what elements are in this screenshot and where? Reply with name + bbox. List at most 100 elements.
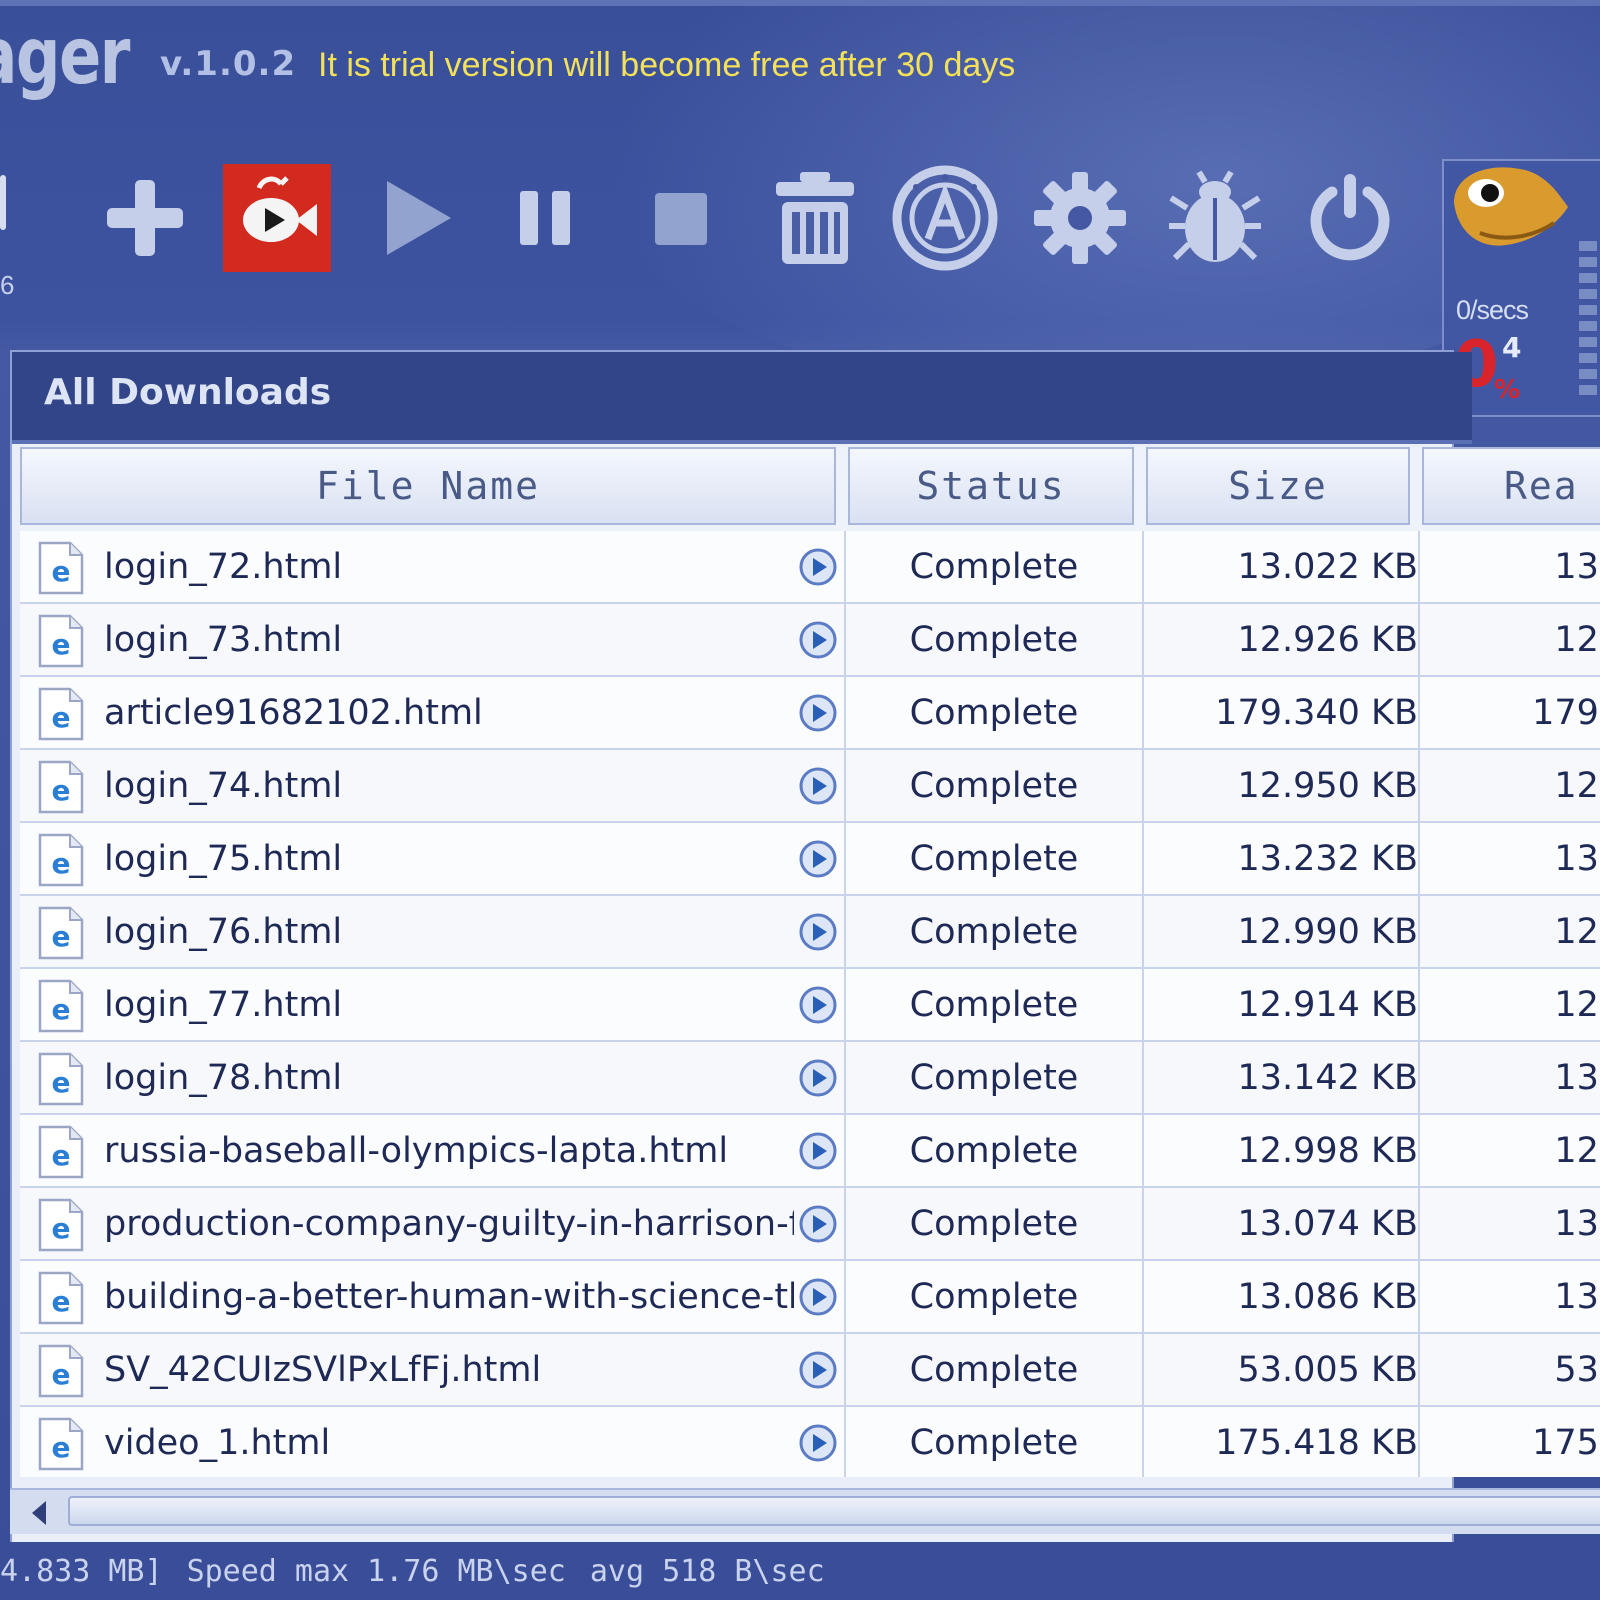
cell-size: 12.950 KB bbox=[1144, 750, 1420, 821]
cell-ready: 12. bbox=[1554, 619, 1600, 660]
cell-file-name: e login_78.html bbox=[20, 1042, 846, 1113]
html-file-icon: e bbox=[36, 687, 86, 748]
cell-file-name: e login_72.html bbox=[20, 531, 846, 602]
cell-ready: 12. bbox=[1554, 765, 1600, 806]
cell-ready: 12. bbox=[1554, 911, 1600, 952]
scroll-left-icon[interactable] bbox=[28, 1499, 50, 1527]
cell-file-name: e login_74.html bbox=[20, 750, 846, 821]
play-icon bbox=[387, 180, 451, 255]
version-label: v.1.0.2 bbox=[160, 44, 297, 84]
open-file-icon[interactable] bbox=[798, 1131, 838, 1180]
auto-button[interactable] bbox=[890, 160, 1000, 275]
cell-size: 13.142 KB bbox=[1144, 1042, 1420, 1113]
pause-icon bbox=[520, 190, 570, 245]
table-row[interactable]: e russia-baseball-olympics-lapta.html Comp… bbox=[20, 1115, 1600, 1188]
power-icon bbox=[1310, 173, 1390, 260]
table-row[interactable]: e login_72.html Complete13.022 KB 13. bbox=[20, 531, 1600, 604]
html-file-icon: e bbox=[36, 1271, 86, 1332]
cell-ready: 13. bbox=[1554, 838, 1600, 879]
open-file-icon[interactable] bbox=[798, 985, 838, 1034]
open-file-icon[interactable] bbox=[798, 620, 838, 669]
html-file-icon: e bbox=[36, 833, 86, 894]
table-body: elogin_72.htmlComplete13.022 KB13.elogin… bbox=[20, 531, 1600, 1477]
pause-button[interactable] bbox=[490, 160, 600, 275]
video-grabber-button[interactable] bbox=[222, 160, 332, 275]
column-header-status[interactable]: Status bbox=[848, 447, 1134, 525]
cell-ready: 175. bbox=[1532, 1422, 1600, 1463]
html-file-icon: e bbox=[36, 1344, 86, 1405]
trash-icon bbox=[776, 171, 854, 264]
open-file-icon[interactable] bbox=[798, 766, 838, 815]
open-file-icon[interactable] bbox=[798, 839, 838, 888]
cell-status: Complete bbox=[846, 1334, 1144, 1405]
bug-report-button[interactable] bbox=[1160, 160, 1270, 275]
table-row[interactable]: e article91682102.html Complete 179.340 KB 1… bbox=[20, 677, 1600, 750]
html-file-icon: e bbox=[36, 760, 86, 821]
table-row[interactable]: e video_1.html Complete175.418 KB 175. bbox=[20, 1407, 1600, 1477]
percent-sign: % bbox=[1494, 375, 1521, 405]
open-file-icon[interactable] bbox=[798, 1423, 838, 1472]
cell-status: Complete bbox=[846, 750, 1144, 821]
open-file-icon[interactable] bbox=[798, 1277, 838, 1326]
cell-file-name: e video_1.html bbox=[20, 1407, 846, 1477]
cell-file-name: e login_75.html bbox=[20, 823, 846, 894]
open-file-icon[interactable] bbox=[798, 1058, 838, 1107]
open-file-icon[interactable] bbox=[798, 912, 838, 961]
table-row[interactable]: e SV_42CUIzSVlPxLfFj.html Complete 53.005 K… bbox=[20, 1334, 1600, 1407]
table-row[interactable]: e login_76.html Complete12.990 KB 12. bbox=[20, 896, 1600, 969]
svg-text:e: e bbox=[52, 1139, 71, 1172]
cell-status: Complete bbox=[846, 969, 1144, 1040]
table-row[interactable]: e login_75.html Complete13.232 KB 13. bbox=[20, 823, 1600, 896]
start-button[interactable] bbox=[362, 160, 472, 275]
power-button[interactable] bbox=[1295, 160, 1405, 275]
cell-ready: 12. bbox=[1554, 1130, 1600, 1171]
html-file-icon: e bbox=[36, 979, 86, 1040]
column-header-ready[interactable]: Rea bbox=[1422, 447, 1600, 525]
app-logo-text: ager bbox=[0, 12, 131, 102]
svg-text:e: e bbox=[52, 774, 71, 807]
html-file-icon: e bbox=[36, 906, 86, 967]
table-row[interactable]: e login_78.html Complete13.142 KB 13. bbox=[20, 1042, 1600, 1115]
cell-status: Complete bbox=[846, 1261, 1144, 1332]
file-name-text: production-company-guilty-in-harrison-fo… bbox=[104, 1203, 794, 1244]
scrollbar-thumb[interactable] bbox=[68, 1496, 1600, 1526]
status-speed-avg: avg 518 B\sec bbox=[589, 1553, 825, 1589]
table-row[interactable]: e login_77.html Complete12.914 KB 12. bbox=[20, 969, 1600, 1042]
file-name-text: login_76.html bbox=[104, 911, 343, 952]
file-name-text: login_72.html bbox=[104, 546, 343, 587]
active-count: 4 bbox=[1502, 331, 1522, 364]
horizontal-scrollbar[interactable] bbox=[10, 1488, 1600, 1534]
cell-status: Complete bbox=[846, 1042, 1144, 1113]
column-header-file-name[interactable]: File Name bbox=[20, 447, 836, 525]
cell-size: 12.914 KB bbox=[1144, 969, 1420, 1040]
window-top-border bbox=[0, 0, 1600, 6]
table-row[interactable]: e building-a-better-human-with-science-th… bbox=[20, 1261, 1600, 1334]
cell-status: Complete bbox=[846, 1188, 1144, 1259]
stop-button[interactable] bbox=[625, 160, 735, 275]
cell-ready: 12. bbox=[1554, 984, 1600, 1025]
delete-button[interactable] bbox=[760, 160, 870, 275]
open-file-icon[interactable] bbox=[798, 1204, 838, 1253]
file-name-text: SV_42CUIzSVlPxLfFj.html bbox=[104, 1349, 542, 1390]
cell-size: 175.418 KB bbox=[1144, 1407, 1420, 1477]
toolbar-counter: 6 bbox=[0, 270, 15, 300]
svg-text:e: e bbox=[52, 1358, 71, 1391]
file-name-text: video_1.html bbox=[104, 1422, 331, 1463]
file-name-text: login_78.html bbox=[104, 1057, 343, 1098]
cell-status: Complete bbox=[846, 896, 1144, 967]
cell-file-name: e login_77.html bbox=[20, 969, 846, 1040]
table-row[interactable]: e login_73.html Complete12.926 KB 12. bbox=[20, 604, 1600, 677]
html-file-icon: e bbox=[36, 1198, 86, 1259]
stop-icon bbox=[655, 192, 707, 245]
video-icon bbox=[223, 163, 331, 272]
add-download-button[interactable] bbox=[90, 160, 200, 275]
column-header-size[interactable]: Size bbox=[1146, 447, 1410, 525]
open-file-icon[interactable] bbox=[798, 1350, 838, 1399]
status-total-size: 4.833 MB] bbox=[0, 1553, 163, 1589]
cell-file-name: e login_73.html bbox=[20, 604, 846, 675]
open-file-icon[interactable] bbox=[798, 693, 838, 742]
table-row[interactable]: e login_74.html Complete12.950 KB 12. bbox=[20, 750, 1600, 823]
table-row[interactable]: e production-company-guilty-in-harrison-f… bbox=[20, 1188, 1600, 1261]
settings-button[interactable] bbox=[1025, 160, 1135, 275]
open-file-icon[interactable] bbox=[798, 547, 838, 596]
